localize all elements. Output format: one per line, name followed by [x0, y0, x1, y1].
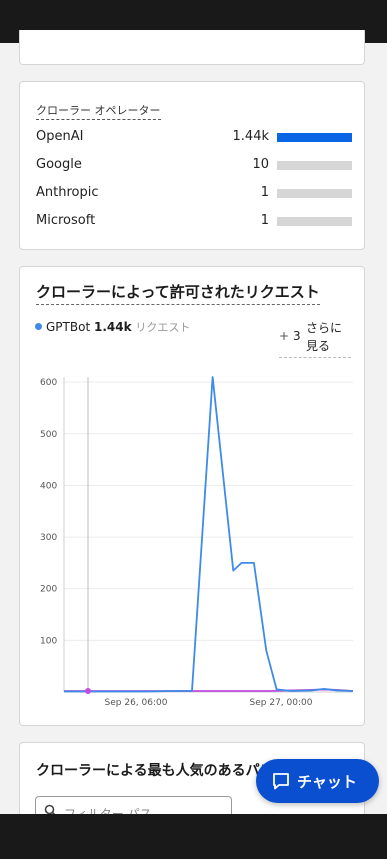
previous-card [19, 30, 365, 65]
hover-point [85, 687, 91, 694]
x-tick-label: Sep 26, 06:00 [105, 698, 168, 707]
allowed-requests-card: クローラーによって許可されたリクエスト GPTBot 1.44k リクエスト +… [19, 266, 365, 726]
operator-bar [277, 133, 352, 142]
operator-row-microsoft[interactable]: Microsoft 1 [36, 211, 352, 231]
series-line-0 [64, 376, 354, 693]
legend-value: 1.44k [93, 320, 132, 334]
crawler-operators-card: クローラー オペレーター OpenAI 1.44k Google 10 Anthropi… [19, 81, 365, 250]
operator-name: OpenAI [36, 129, 84, 144]
see-more-button[interactable]: + 3 さらに見る [279, 319, 351, 358]
operator-name: Microsoft [36, 213, 96, 228]
operator-value: 1.44k [232, 129, 269, 144]
legend-dot [35, 323, 42, 330]
legend-unit: リクエスト [135, 321, 191, 334]
operators-title[interactable]: クローラー オペレーター [36, 102, 161, 120]
popular-paths-title: クローラーによる最も人気のあるパス [36, 763, 274, 779]
operator-bar [277, 161, 352, 170]
operator-bar-fill [277, 133, 352, 142]
chat-button[interactable]: チャット [256, 759, 379, 803]
y-tick-label: 400 [40, 481, 57, 491]
operator-value: 1 [260, 185, 269, 200]
x-tick-label: Sep 27, 00:00 [250, 698, 313, 707]
operator-name: Google [36, 157, 82, 172]
see-more-label: さらに見る [306, 321, 343, 353]
operator-row-openai[interactable]: OpenAI 1.44k [36, 127, 352, 147]
requests-line-chart[interactable]: 100 200 300 400 500 600 Sep 26, 06:00 Sep 27, 0… [20, 367, 364, 707]
y-tick-label: 500 [40, 430, 57, 440]
y-tick-label: 600 [40, 378, 57, 388]
operator-value: 1 [260, 213, 269, 228]
operator-bar [277, 217, 352, 226]
bottom-system-bar [0, 814, 387, 859]
legend-name: GPTBot [46, 320, 91, 334]
legend-gptbot[interactable]: GPTBot 1.44k リクエスト [35, 319, 190, 335]
allowed-requests-title[interactable]: クローラーによって許可されたリクエスト [36, 281, 320, 305]
y-tick-label: 300 [40, 533, 57, 543]
operator-bar [277, 189, 352, 198]
y-tick-label: 100 [40, 636, 57, 646]
more-count: 3 [293, 329, 301, 343]
y-tick-label: 200 [40, 585, 57, 595]
chat-label: チャット [297, 773, 357, 791]
operator-name: Anthropic [36, 185, 99, 200]
chat-bubble-icon [273, 773, 289, 790]
operator-row-anthropic[interactable]: Anthropic 1 [36, 183, 352, 203]
operator-value: 10 [252, 157, 269, 172]
plus-icon: + [279, 329, 290, 343]
operator-row-google[interactable]: Google 10 [36, 155, 352, 175]
